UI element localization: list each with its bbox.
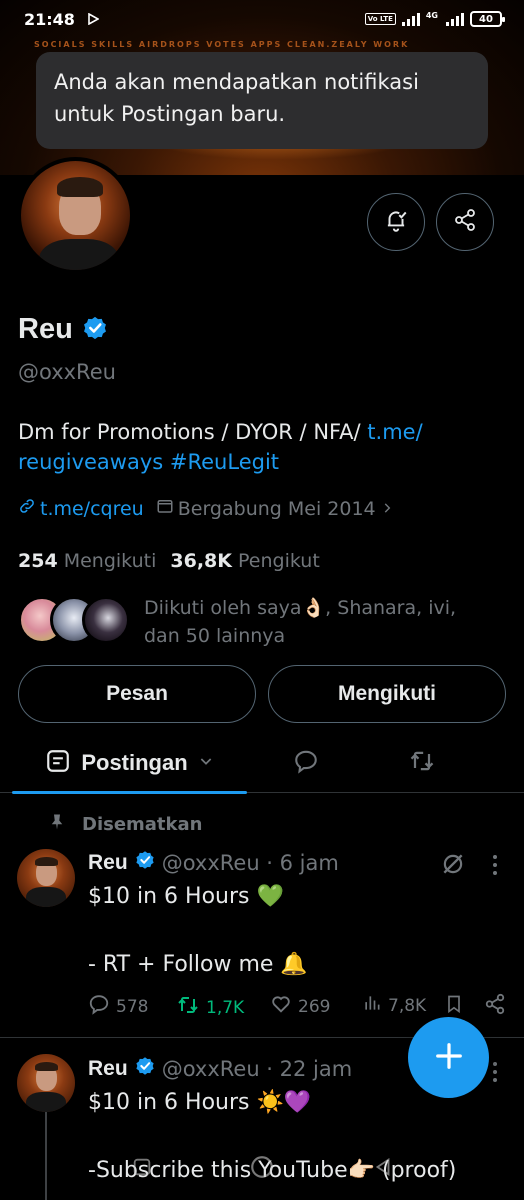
plus-icon <box>434 1041 464 1075</box>
pinned-label: Disematkan <box>82 814 203 835</box>
share-icon <box>453 208 477 236</box>
chevron-down-icon <box>198 753 214 773</box>
follower-avatar <box>82 596 130 644</box>
post-header: Reu @oxxReu · 6 jam <box>88 849 339 876</box>
post-header: Reu @oxxReu · 22 jam <box>88 1055 352 1082</box>
reply-tab-icon <box>293 748 319 778</box>
profile-meta: t.me/cqreu Bergabung Mei 2014 <box>18 497 394 520</box>
post-avatar[interactable] <box>17 1054 75 1112</box>
posts-icon <box>45 748 71 778</box>
profile-stats: 254 Mengikuti 36,8K Pengikut <box>18 550 320 572</box>
tab-posts-label: Postingan <box>81 750 188 775</box>
following-button[interactable]: Mengikuti <box>268 665 506 723</box>
bio-text: Dm for Promotions / DYOR / NFA/ <box>18 420 368 444</box>
following-stat[interactable]: 254 Mengikuti <box>18 550 156 572</box>
tab-active-indicator <box>12 791 247 794</box>
reply-action[interactable]: 578 <box>88 993 148 1020</box>
bio-link[interactable]: t.me/ <box>367 420 422 444</box>
volte-badge: Vo LTE <box>364 13 396 25</box>
system-nav-bar <box>0 1152 524 1182</box>
post-avatar[interactable] <box>17 849 75 907</box>
joined-date: Bergabung Mei 2014 <box>177 497 376 520</box>
post-author-name[interactable]: Reu <box>88 1057 128 1081</box>
post-handle-time: @oxxReu · 6 jam <box>161 850 339 875</box>
network-type: 4G <box>425 11 438 20</box>
following-count: 254 <box>18 550 58 572</box>
repost-count: 1,7K <box>206 997 245 1018</box>
notification-toast: Anda akan mendapatkan notifikasi untuk P… <box>36 52 488 149</box>
views-count: 7,8K <box>388 995 427 1016</box>
profile-handle: @oxxReu <box>18 360 116 384</box>
bell-check-icon <box>383 207 409 237</box>
share-profile-button[interactable] <box>436 193 494 251</box>
chevron-right-icon[interactable] <box>380 498 394 520</box>
tab-replies[interactable] <box>262 733 350 793</box>
post-text: $10 in 6 Hours 💚 - RT + Follow me 🔔 <box>88 884 308 977</box>
repost-tab-icon <box>408 747 436 779</box>
share-icon <box>484 993 506 1020</box>
profile-avatar[interactable] <box>17 157 134 274</box>
post-more-button[interactable] <box>488 855 502 875</box>
views-icon <box>362 993 382 1018</box>
signal-icon <box>401 12 420 26</box>
home-nav-icon[interactable] <box>249 1154 275 1184</box>
reply-icon <box>88 993 110 1020</box>
profile-bio: Dm for Promotions / DYOR / NFA/ t.me/ re… <box>18 417 498 477</box>
views-action[interactable]: 7,8K <box>362 993 426 1018</box>
status-bar: 21:48 Vo LTE 4G 40 <box>0 0 524 38</box>
post-more-button[interactable] <box>488 1062 502 1082</box>
like-count: 269 <box>298 996 331 1017</box>
bio-link-cont[interactable]: reugiveaways <box>18 450 163 474</box>
heart-icon <box>270 993 292 1020</box>
bookmark-icon <box>444 993 464 1020</box>
calendar-icon <box>156 497 174 520</box>
play-icon <box>87 10 100 29</box>
compose-post-button[interactable] <box>408 1017 489 1098</box>
reply-count: 578 <box>116 996 149 1017</box>
followers-stat[interactable]: 36,8K Pengikut <box>170 550 319 572</box>
battery-icon: 40 <box>470 11 505 27</box>
like-action[interactable]: 269 <box>270 993 330 1020</box>
pinned-label-row: Disematkan <box>48 812 202 837</box>
tab-posts[interactable]: Postingan <box>12 733 247 794</box>
website-link[interactable]: t.me/cqreu <box>40 498 144 520</box>
profile-name: Reu <box>18 313 73 345</box>
following-label: Mengikuti <box>63 550 157 572</box>
signal-icon-2 <box>446 12 464 26</box>
profile-tabs: Postingan <box>0 733 524 794</box>
bio-hashtag[interactable]: #ReuLegit <box>170 450 279 474</box>
joined-item: Bergabung Mei 2014 <box>156 497 394 520</box>
battery-level: 40 <box>479 13 493 25</box>
recents-nav-icon[interactable] <box>131 1156 153 1182</box>
profile-name-row: Reu <box>18 313 109 346</box>
notification-bell-button[interactable] <box>367 193 425 251</box>
status-time: 21:48 <box>24 9 75 29</box>
message-button[interactable]: Pesan <box>18 665 256 723</box>
post-handle-time: @oxxReu · 22 jam <box>161 1056 353 1081</box>
followed-by-text: Diikuti oleh saya👌🏻, Shanara, ivi, dan 5… <box>144 597 457 647</box>
banner-strip-text: SOCIALS SKILLS AIRDROPS VOTES APPS CLEAN… <box>34 40 410 49</box>
verified-badge-icon[interactable] <box>81 314 109 346</box>
followers-count: 36,8K <box>170 550 232 572</box>
back-nav-icon[interactable] <box>372 1156 394 1182</box>
repost-action[interactable]: 1,7K <box>176 993 244 1022</box>
repost-icon <box>176 993 200 1022</box>
post-author-name[interactable]: Reu <box>88 851 128 875</box>
follower-avatars <box>18 594 136 644</box>
followed-by-row[interactable]: Diikuti oleh saya👌🏻, Shanara, ivi, dan 5… <box>18 594 494 650</box>
verified-badge-icon <box>134 849 156 876</box>
bookmark-action[interactable] <box>444 993 464 1020</box>
grok-icon[interactable] <box>440 851 466 881</box>
pin-icon <box>48 812 66 837</box>
link-icon <box>18 497 36 520</box>
share-action[interactable] <box>484 993 506 1020</box>
tab-reposts[interactable] <box>378 733 466 793</box>
followers-label: Pengikut <box>238 550 320 572</box>
verified-badge-icon <box>134 1055 156 1082</box>
website-item[interactable]: t.me/cqreu <box>18 497 144 520</box>
